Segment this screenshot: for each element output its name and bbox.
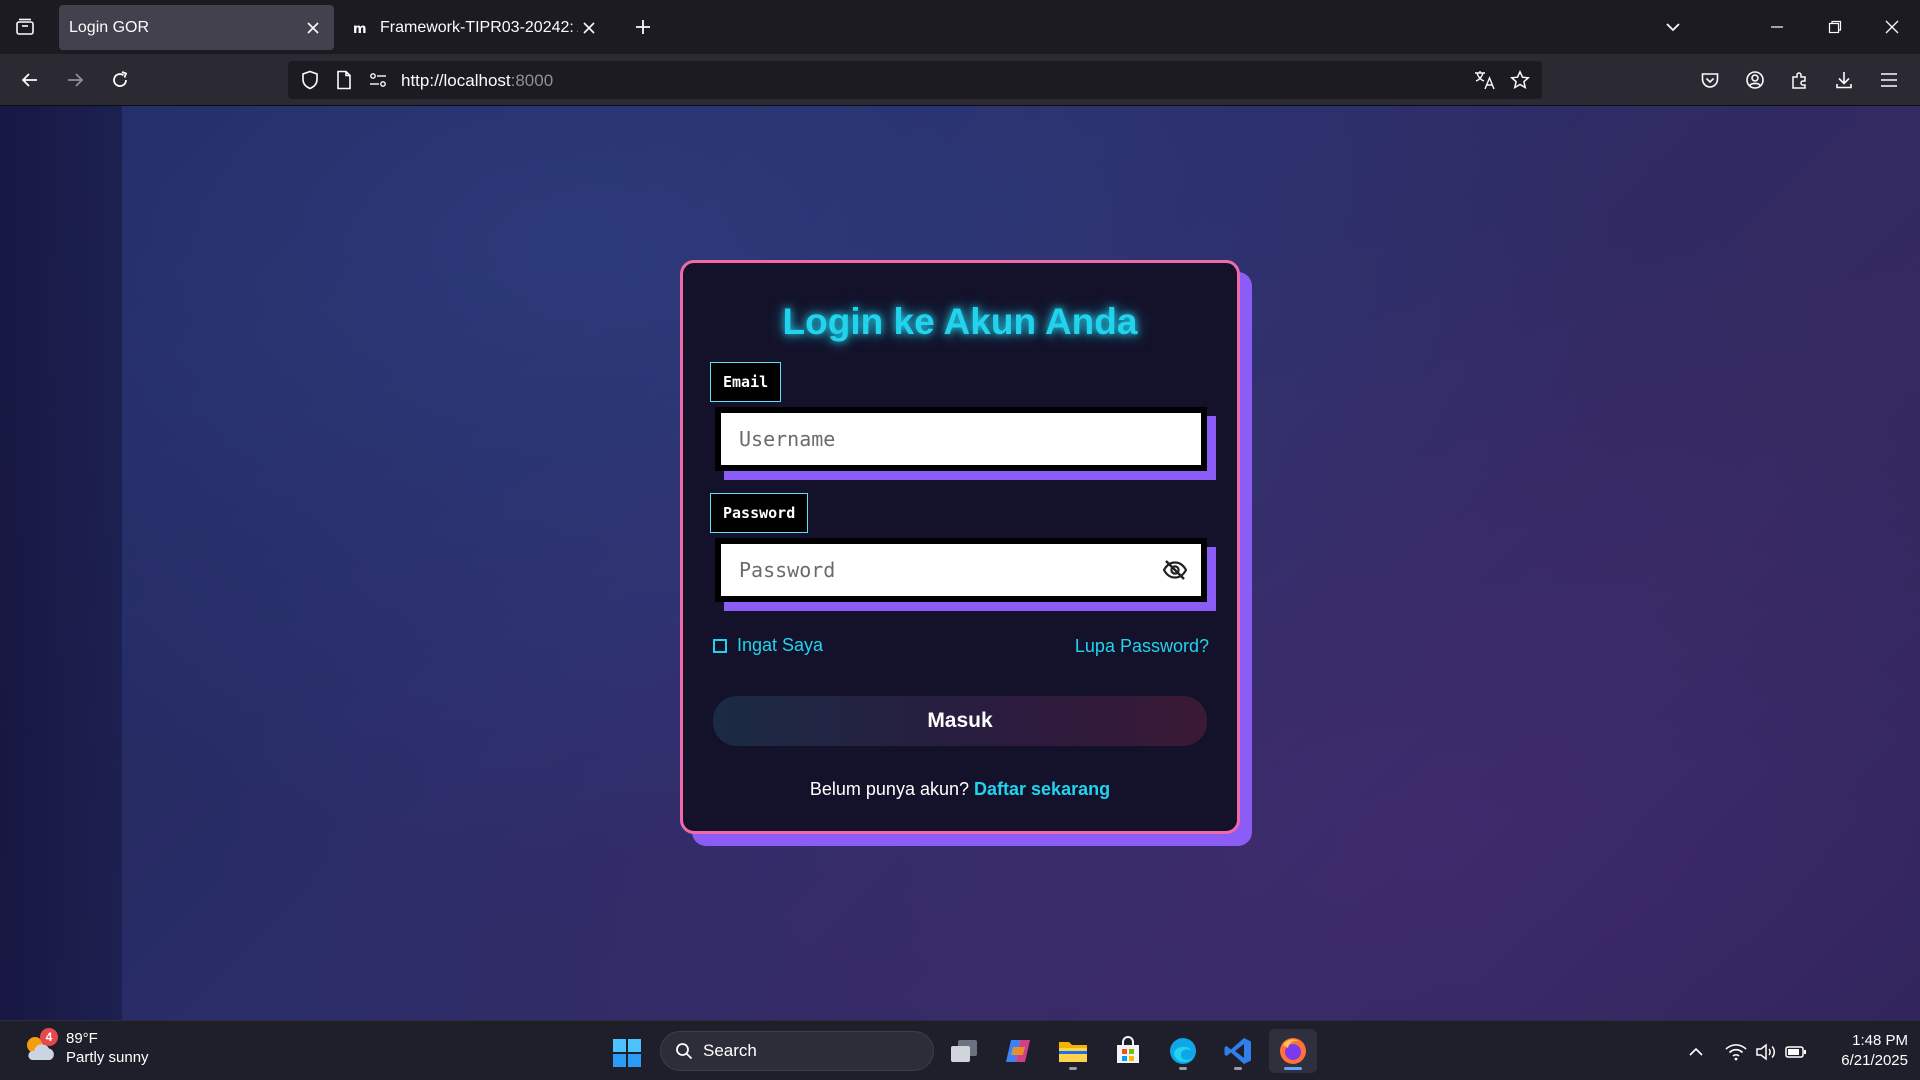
extensions-icon[interactable] bbox=[1782, 62, 1818, 98]
url-port: :8000 bbox=[510, 71, 554, 90]
weather-widget[interactable]: 4 89°F Partly sunny bbox=[22, 1028, 149, 1067]
pocket-icon[interactable] bbox=[1692, 62, 1728, 98]
partly-sunny-icon: 4 bbox=[22, 1028, 58, 1066]
browser-nav-bar: http://localhost:8000 bbox=[0, 54, 1920, 106]
register-prompt: Belum punya akun? Daftar sekarang bbox=[683, 779, 1237, 800]
taskbar: 4 89°F Partly sunny Search 1:48 PM 6/21/… bbox=[0, 1020, 1920, 1080]
close-icon[interactable] bbox=[302, 17, 324, 39]
account-icon[interactable] bbox=[1737, 62, 1773, 98]
password-label: Password bbox=[710, 493, 809, 533]
tab-list-icon[interactable] bbox=[8, 10, 42, 44]
register-link[interactable]: Daftar sekarang bbox=[974, 779, 1110, 799]
copilot-icon[interactable] bbox=[994, 1029, 1042, 1073]
minimize-icon[interactable] bbox=[1760, 10, 1794, 44]
translate-icon[interactable] bbox=[1473, 68, 1497, 92]
firefox-icon[interactable] bbox=[1269, 1029, 1317, 1073]
running-indicator bbox=[1234, 1067, 1242, 1070]
wifi-icon[interactable] bbox=[1723, 1039, 1749, 1065]
email-field[interactable] bbox=[721, 413, 1201, 465]
eye-slash-icon[interactable] bbox=[1161, 558, 1189, 582]
running-indicator bbox=[1179, 1067, 1187, 1070]
url-host: http://localhost bbox=[401, 71, 511, 90]
taskbar-search[interactable]: Search bbox=[660, 1031, 934, 1071]
tab-title: Framework-TIPR03-20242: Atte bbox=[380, 18, 578, 36]
microsoft-store-icon[interactable] bbox=[1104, 1029, 1152, 1073]
close-window-icon[interactable] bbox=[1875, 10, 1909, 44]
clock-date: 6/21/2025 bbox=[1841, 1052, 1908, 1069]
password-field-frame bbox=[715, 538, 1207, 602]
weather-desc: Partly sunny bbox=[66, 1049, 149, 1066]
url-text[interactable]: http://localhost:8000 bbox=[401, 71, 553, 91]
browser-tab-bar: Login GOR m Framework-TIPR03-20242: Atte bbox=[0, 0, 1920, 54]
running-indicator bbox=[1284, 1067, 1302, 1070]
password-field[interactable] bbox=[721, 544, 1201, 596]
url-bar[interactable]: http://localhost:8000 bbox=[288, 61, 1542, 99]
tab-framework[interactable]: m Framework-TIPR03-20242: Atte bbox=[342, 5, 610, 50]
task-view-icon[interactable] bbox=[940, 1029, 988, 1073]
bookmark-star-icon[interactable] bbox=[1508, 68, 1532, 92]
tab-login-gor[interactable]: Login GOR bbox=[59, 5, 334, 50]
volume-icon[interactable] bbox=[1753, 1039, 1779, 1065]
search-icon bbox=[675, 1042, 693, 1060]
background-band bbox=[0, 106, 122, 1020]
page-icon[interactable] bbox=[332, 68, 356, 92]
chevron-down-icon[interactable] bbox=[1656, 10, 1690, 44]
close-icon[interactable] bbox=[578, 17, 600, 39]
reload-icon[interactable] bbox=[102, 62, 138, 98]
running-indicator bbox=[1069, 1067, 1077, 1070]
email-label: Email bbox=[710, 362, 782, 402]
shield-icon[interactable] bbox=[298, 68, 322, 92]
search-label: Search bbox=[703, 1041, 757, 1060]
tab-favicon-icon: m bbox=[352, 18, 372, 38]
weather-temp: 89°F bbox=[66, 1030, 98, 1047]
email-field-frame bbox=[715, 407, 1207, 471]
svg-text:m: m bbox=[353, 22, 367, 35]
remember-label: Ingat Saya bbox=[737, 635, 824, 655]
register-prompt-text: Belum punya akun? bbox=[809, 779, 969, 799]
clock-time: 1:48 PM bbox=[1852, 1032, 1908, 1049]
forgot-password-link[interactable]: Lupa Password? bbox=[1075, 636, 1209, 657]
new-tab-button[interactable] bbox=[626, 10, 660, 44]
clock[interactable]: 1:48 PM 6/21/2025 bbox=[1820, 1031, 1908, 1071]
login-title: Login ke Akun Anda bbox=[782, 301, 1138, 342]
tab-title: Login GOR bbox=[69, 18, 150, 36]
permissions-icon[interactable] bbox=[366, 68, 390, 92]
file-explorer-icon[interactable] bbox=[1049, 1029, 1097, 1073]
edge-icon[interactable] bbox=[1159, 1029, 1207, 1073]
menu-icon[interactable] bbox=[1871, 62, 1907, 98]
login-card: Login ke Akun Anda Email Password Ingat … bbox=[680, 260, 1240, 834]
vscode-icon[interactable] bbox=[1214, 1029, 1262, 1073]
login-button[interactable]: Masuk bbox=[713, 696, 1207, 746]
windows-start-icon[interactable] bbox=[607, 1033, 647, 1073]
remember-me[interactable]: Ingat Saya bbox=[713, 635, 823, 656]
page-viewport: Login ke Akun Anda Email Password Ingat … bbox=[0, 106, 1920, 1020]
restore-icon[interactable] bbox=[1818, 10, 1852, 44]
chevron-up-icon[interactable] bbox=[1683, 1039, 1709, 1065]
back-arrow-icon[interactable] bbox=[12, 62, 48, 98]
battery-icon[interactable] bbox=[1783, 1039, 1809, 1065]
remember-checkbox[interactable] bbox=[713, 638, 727, 653]
download-icon[interactable] bbox=[1826, 62, 1862, 98]
weather-badge: 4 bbox=[40, 1028, 58, 1046]
forward-arrow-icon[interactable] bbox=[57, 62, 93, 98]
